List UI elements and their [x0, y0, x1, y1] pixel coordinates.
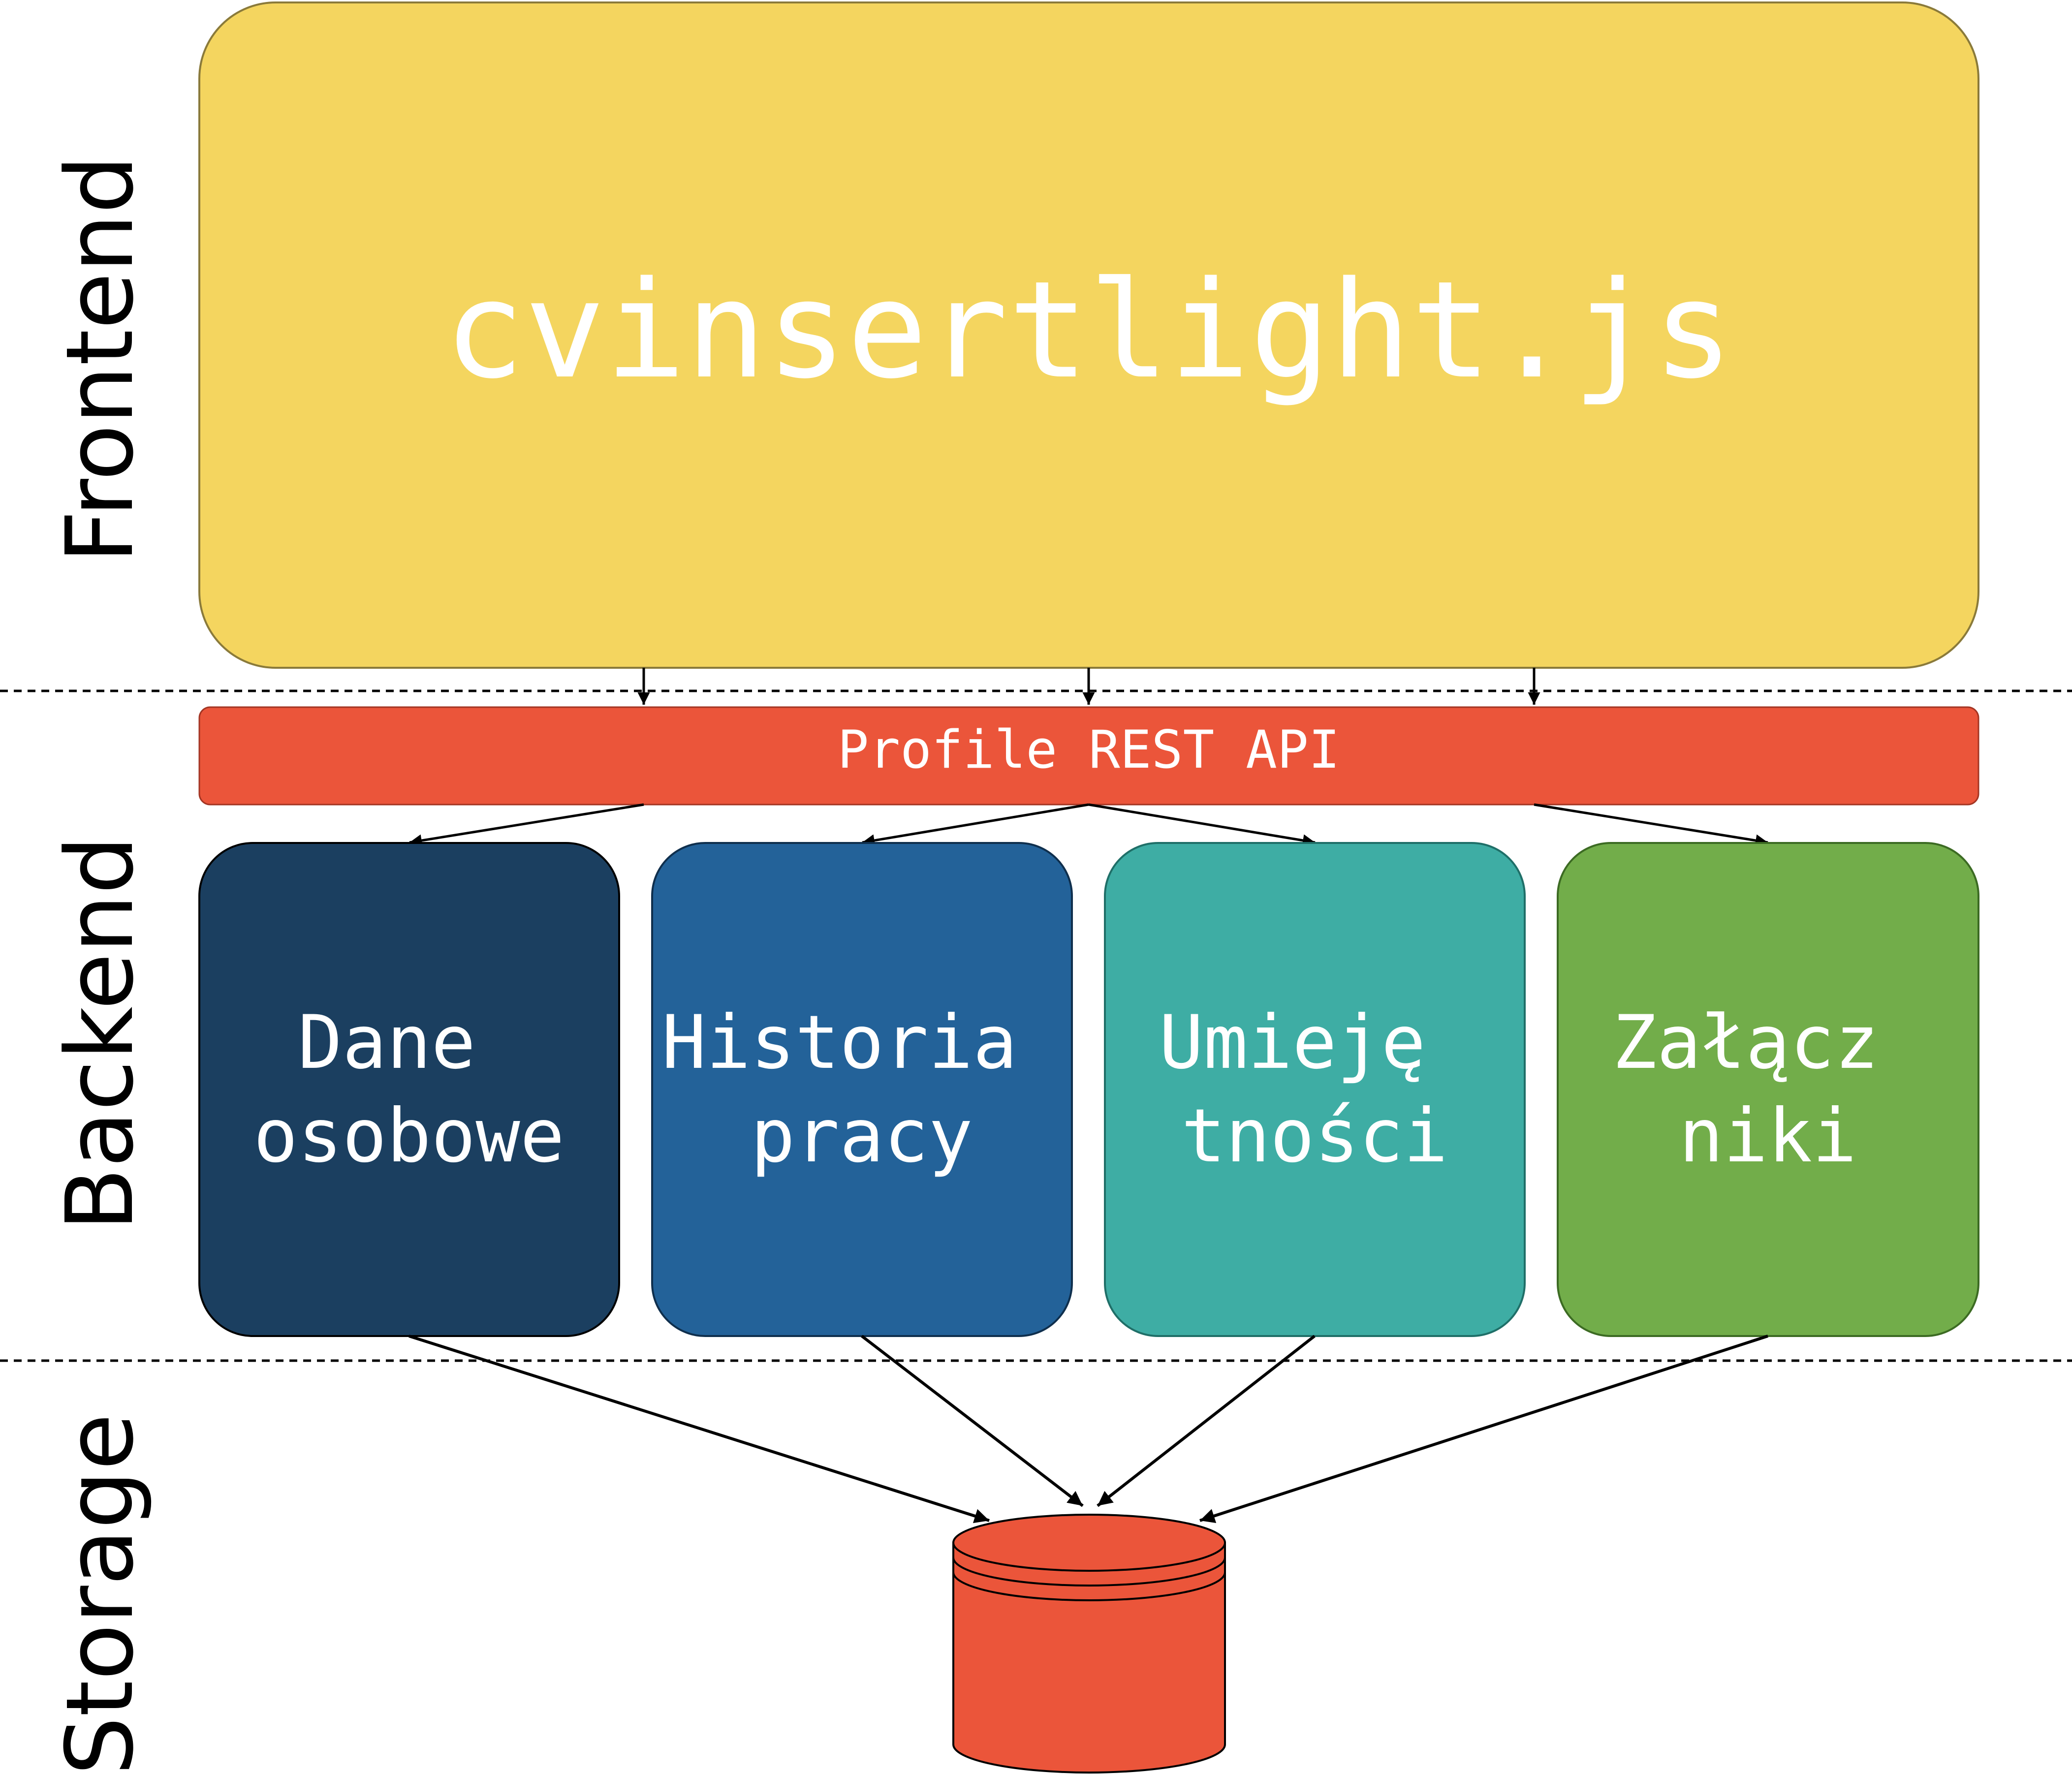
service-label-line2: tności — [1181, 1093, 1448, 1179]
arrow-service-db-1 — [408, 1335, 990, 1524]
frontend-to-api-arrows — [637, 668, 1540, 705]
service-box — [1557, 842, 1979, 1337]
arrow-api-service-3 — [1088, 803, 1316, 847]
service-box — [651, 842, 1073, 1337]
frontend-module[interactable]: cvinsertlight.js — [198, 1, 1979, 669]
architecture-diagram: Frontend Backend Storage cvinsertlight.j… — [0, 1, 2072, 1774]
api-bar-label: Profile REST API — [837, 719, 1340, 780]
frontend-module-label: cvinsertlight.js — [444, 253, 1733, 408]
api-to-services-arrows — [409, 803, 1768, 847]
database-icon[interactable] — [952, 1514, 1226, 1774]
service-dane-osobowe[interactable]: Dane osobowe — [198, 842, 620, 1337]
arrow-api-service-4 — [1534, 803, 1768, 847]
service-label-line2: osobowe — [253, 1093, 565, 1179]
service-umiejetnosci[interactable]: Umieję tności — [1104, 842, 1526, 1337]
service-label-line2: pracy — [751, 1093, 973, 1179]
service-label-line1: Historia — [662, 1000, 1017, 1086]
database-top — [952, 1514, 1226, 1572]
service-label-line1: Dane — [298, 1000, 475, 1086]
service-label-line2: niki — [1679, 1093, 1856, 1179]
service-box — [1104, 842, 1526, 1337]
service-historia-pracy[interactable]: Historia pracy — [651, 842, 1073, 1337]
service-box — [198, 842, 620, 1337]
service-zalaczniki[interactable]: Załącz niki — [1557, 842, 1979, 1337]
arrow-api-service-1 — [409, 803, 644, 847]
service-label-line1: Załącz — [1612, 1000, 1879, 1086]
arrow-service-db-4 — [1199, 1335, 1768, 1523]
layer-label-storage: Storage — [46, 1413, 154, 1774]
layer-label-backend: Backend — [46, 836, 154, 1231]
service-label-line1: Umieję — [1159, 1000, 1426, 1086]
services-to-database-arrows — [408, 1335, 1768, 1524]
profile-rest-api[interactable]: Profile REST API — [198, 706, 1979, 806]
arrow-api-service-2 — [862, 803, 1089, 847]
layer-label-frontend: Frontend — [46, 155, 154, 563]
